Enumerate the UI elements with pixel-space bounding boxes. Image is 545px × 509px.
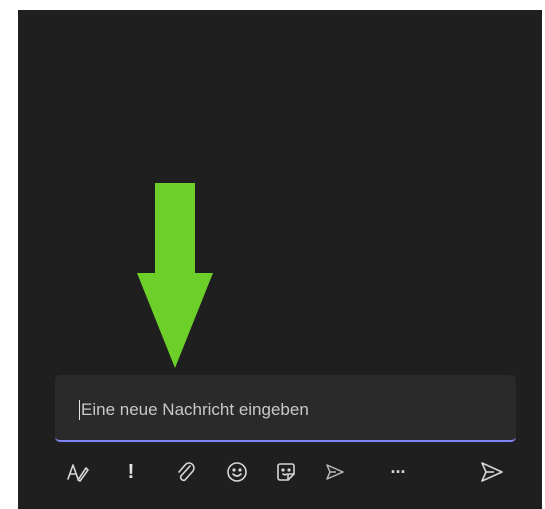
sticker-button[interactable] xyxy=(271,456,301,488)
format-button[interactable] xyxy=(63,456,93,488)
more-options-icon: ··· xyxy=(390,461,407,482)
annotation-arrow xyxy=(137,183,213,368)
text-caret xyxy=(79,400,80,420)
format-icon xyxy=(67,464,89,482)
emoji-button[interactable] xyxy=(222,456,252,488)
schedule-send-button[interactable] xyxy=(320,456,350,488)
attach-icon xyxy=(178,462,195,482)
message-compose-box[interactable]: Eine neue Nachricht eingeben xyxy=(55,375,516,442)
attach-button[interactable] xyxy=(171,456,201,488)
message-input-placeholder: Eine neue Nachricht eingeben xyxy=(81,400,309,419)
send-button[interactable] xyxy=(477,456,507,488)
emoji-icon xyxy=(227,462,247,482)
important-icon: ! xyxy=(127,460,135,483)
compose-toolbar: ! ··· xyxy=(55,452,516,492)
sticker-icon xyxy=(277,463,295,481)
more-options-button[interactable]: ··· xyxy=(383,456,413,488)
send-icon xyxy=(481,462,503,482)
schedule-send-icon xyxy=(326,464,344,480)
important-button[interactable]: ! xyxy=(116,456,146,488)
